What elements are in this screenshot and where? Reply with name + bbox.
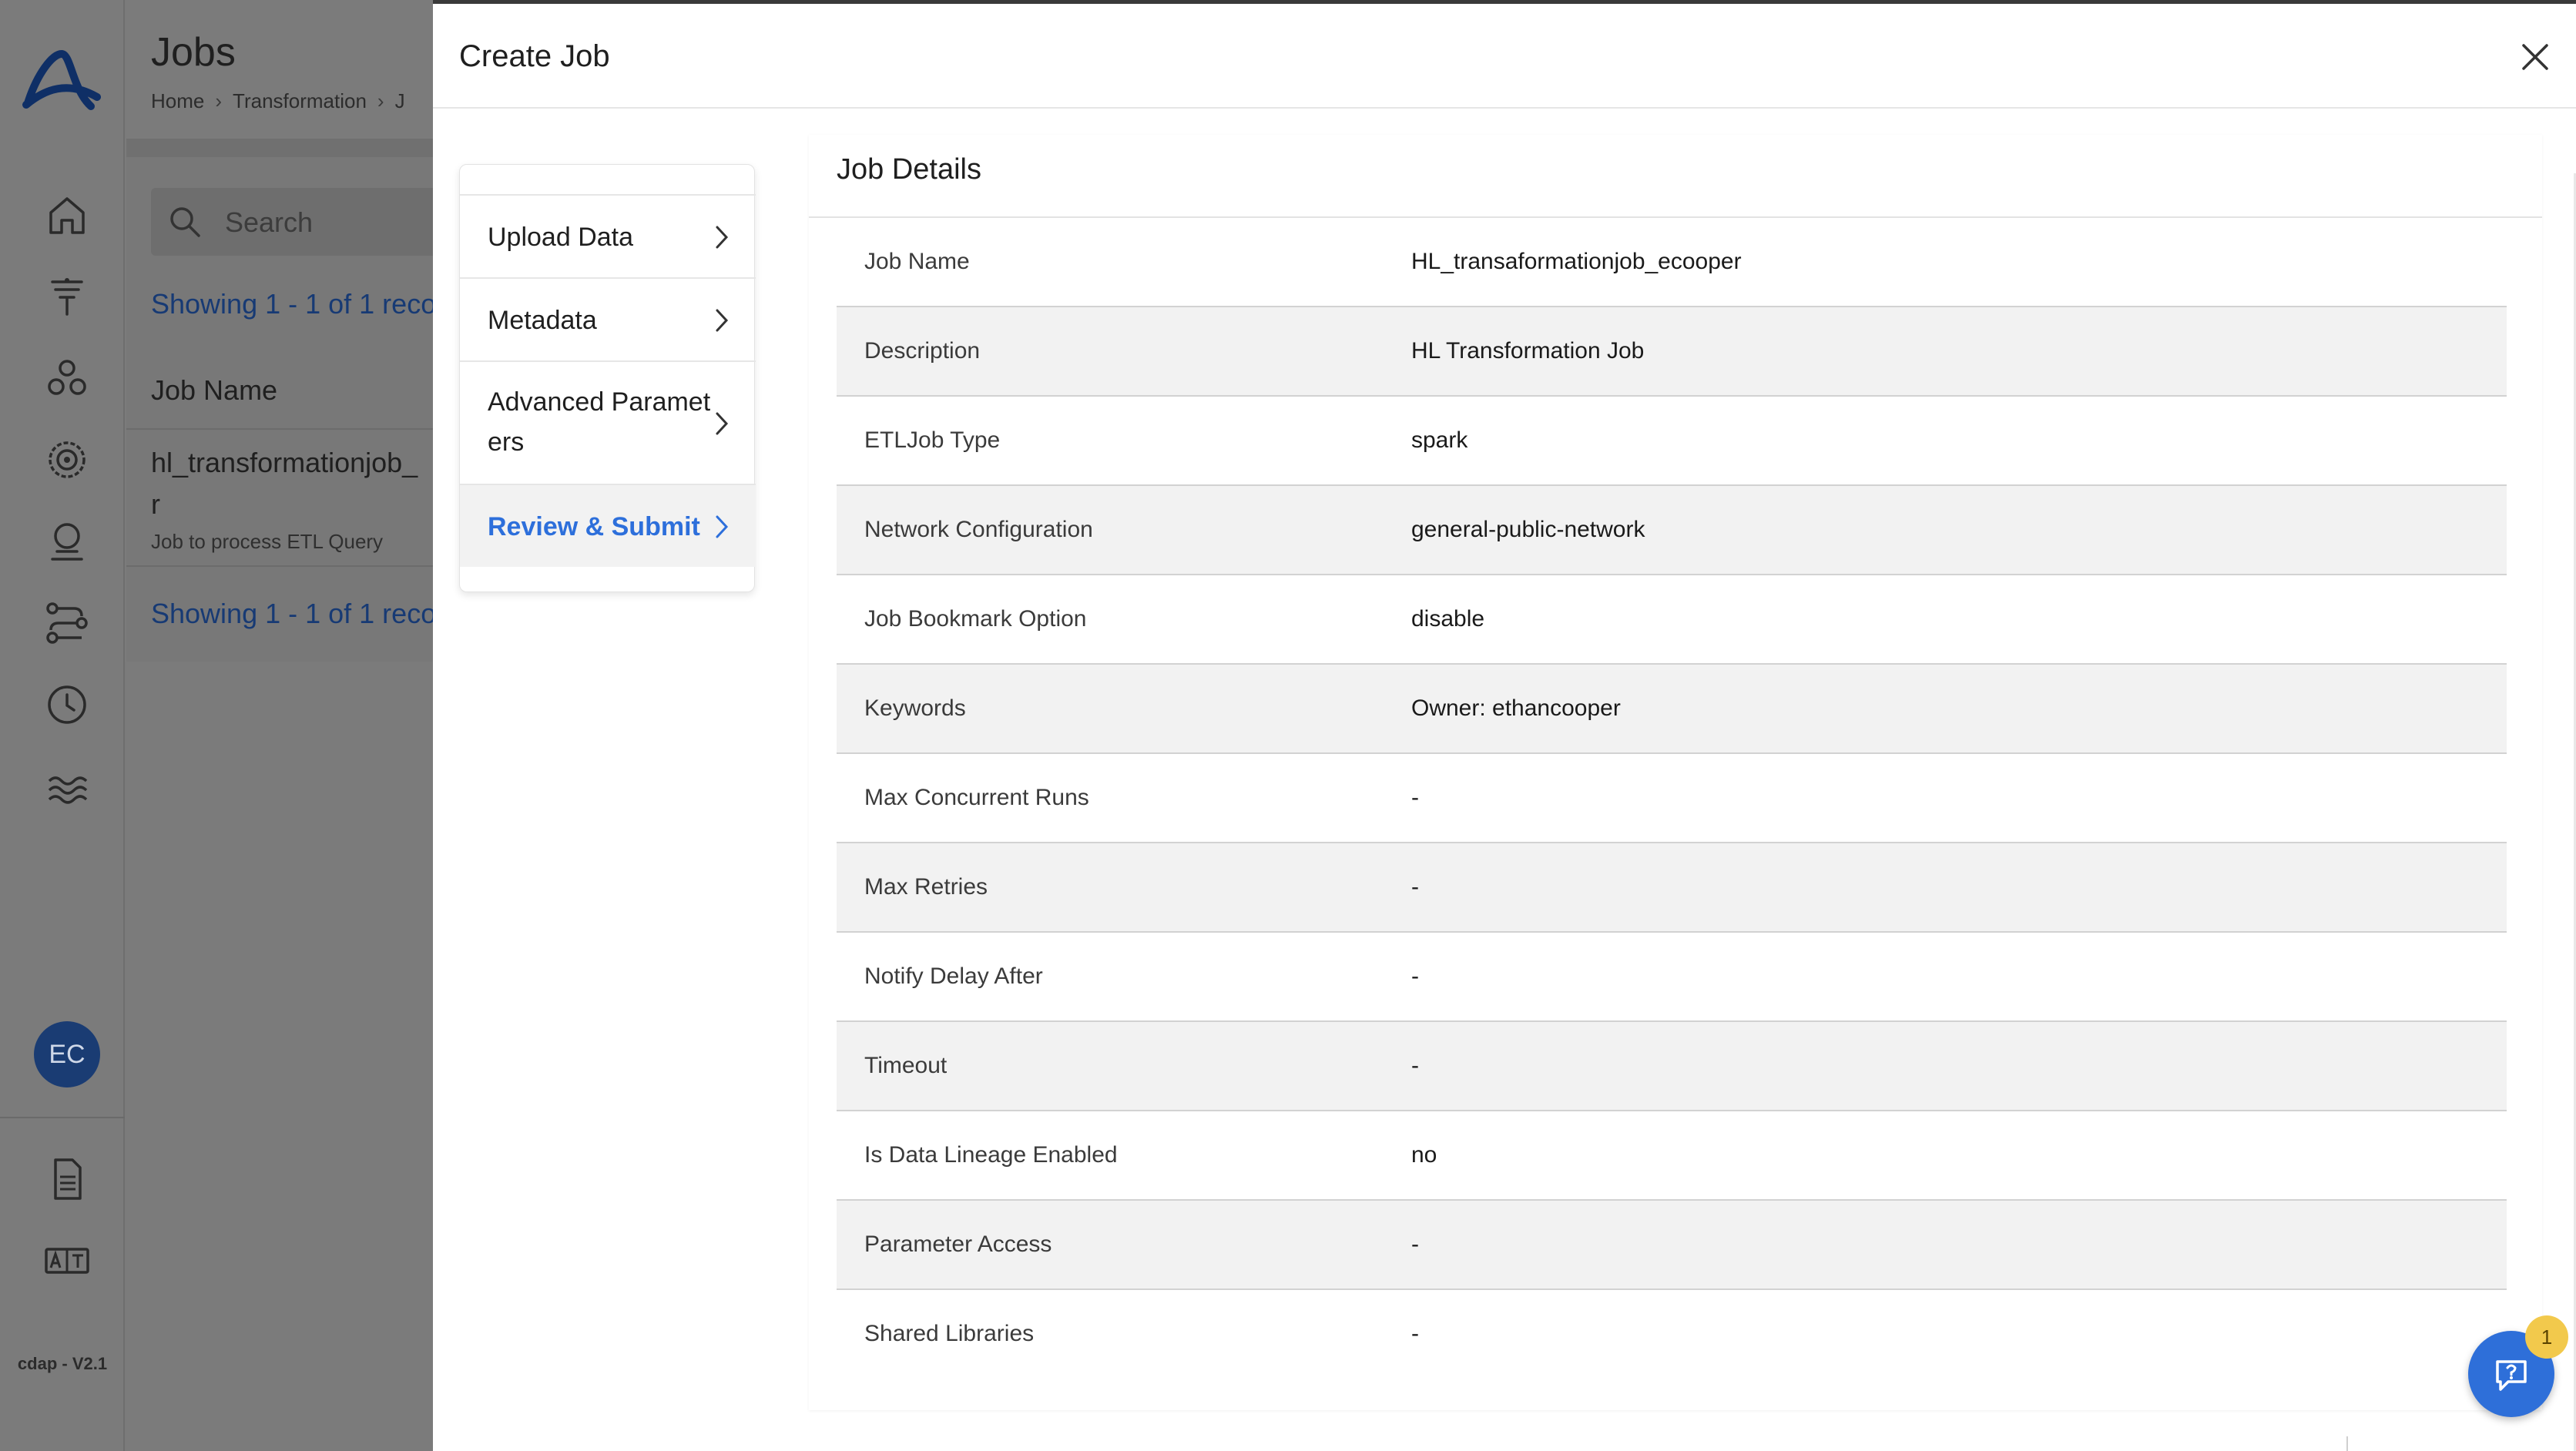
app-version: cdap - V2.1 [17, 1354, 108, 1373]
job-details-title: Job Details [837, 153, 981, 186]
detail-value: - [1411, 1232, 1419, 1257]
breadcrumb-separator-icon: › [215, 89, 223, 112]
detail-key: Timeout [864, 1053, 948, 1078]
table-row: Timeout - [837, 1022, 2507, 1111]
detail-value: disable [1411, 606, 1485, 632]
home-icon[interactable] [43, 191, 91, 239]
showing-count-top: Showing 1 - 1 of 1 recor [151, 288, 446, 320]
step-metadata[interactable]: Metadata [460, 277, 756, 360]
detail-key: Job Name [864, 249, 970, 274]
detail-value: - [1411, 1321, 1419, 1346]
showing-count-bottom: Showing 1 - 1 of 1 recor [151, 598, 446, 629]
table-row: Max Retries - [837, 843, 2507, 933]
scroll-indicator [2346, 1436, 2348, 1451]
close-icon[interactable] [2517, 39, 2553, 75]
nav-rail: EC cdap - V2.1 [0, 0, 125, 1451]
create-job-drawer: Create Job Upload Data Metadata Advanced… [433, 0, 2576, 1451]
pipeline-icon[interactable] [43, 599, 91, 647]
search-placeholder: Search [225, 206, 314, 238]
detail-value: - [1411, 963, 1419, 989]
notification-badge: 1 [2525, 1315, 2568, 1359]
detail-key: Max Concurrent Runs [864, 785, 1089, 810]
page-title: Jobs [151, 30, 236, 75]
detail-value: general-public-network [1411, 517, 1645, 542]
drawer-header: Create Job [433, 4, 2576, 109]
step-label: Metadata [488, 306, 597, 335]
table-row: Job Bookmark Option disable [837, 575, 2507, 665]
monitor-bulb-icon[interactable] [43, 518, 91, 565]
table-row: Is Data Lineage Enabled no [837, 1111, 2507, 1201]
detail-value: Owner: ethancooper [1411, 695, 1621, 721]
detail-key: ETLJob Type [864, 427, 1001, 453]
chevron-right-icon [716, 226, 729, 249]
page-band [126, 139, 434, 157]
data-lake-icon[interactable] [43, 762, 91, 810]
table-divider [126, 428, 434, 430]
user-avatar[interactable]: EC [34, 1021, 100, 1087]
detail-key: Description [864, 338, 981, 364]
table-row-job-name[interactable]: hl_transformationjob_ r [151, 442, 418, 525]
breadcrumb: Home › Transformation › J [151, 89, 405, 113]
detail-key: Keywords [864, 695, 966, 721]
table-row: Job Name HL_transaformationjob_ecooper [837, 218, 2507, 307]
chevron-right-icon [716, 515, 729, 538]
table-row: Keywords Owner: ethancooper [837, 665, 2507, 754]
settings-target-icon[interactable] [43, 436, 91, 484]
chevron-right-icon [716, 309, 729, 332]
breadcrumb-current: J [394, 89, 405, 112]
detail-value: - [1411, 785, 1419, 810]
table-divider [126, 565, 434, 567]
column-header-job-name[interactable]: Job Name [151, 374, 277, 407]
detail-key: Notify Delay After [864, 963, 1043, 989]
detail-key: Max Retries [864, 874, 988, 900]
table-row: Description HL Transformation Job [837, 307, 2507, 397]
rail-divider [0, 1117, 125, 1118]
data-products-icon[interactable] [43, 354, 91, 402]
detail-key: Network Configuration [864, 517, 1093, 542]
detail-value: - [1411, 1053, 1419, 1078]
step-advanced-parameters[interactable]: Advanced Paramet ers [460, 360, 756, 484]
table-row: Notify Delay After - [837, 933, 2507, 1022]
detail-value: - [1411, 874, 1419, 900]
detail-value: HL_transaformationjob_ecooper [1411, 249, 1742, 274]
detail-key: Job Bookmark Option [864, 606, 1087, 632]
breadcrumb-transformation[interactable]: Transformation [233, 89, 367, 112]
job-details-card: Job Details Job Name HL_transaformationjo… [809, 135, 2542, 1410]
table-row: Max Concurrent Runs - [837, 754, 2507, 843]
translate-icon[interactable] [43, 1237, 91, 1285]
jobs-page-background: Jobs Home › Transformation › J Search Showin… [126, 0, 445, 1451]
detail-key: Is Data Lineage Enabled [864, 1142, 1118, 1168]
table-row: Shared Libraries - [837, 1290, 2507, 1379]
table-row: ETLJob Type spark [837, 397, 2507, 486]
detail-key: Shared Libraries [864, 1321, 1035, 1346]
jobs-list-panel: Search Showing 1 - 1 of 1 recor Job Name… [126, 157, 445, 662]
step-label: Upload Data [488, 223, 634, 252]
job-details-table: Job Name HL_transaformationjob_ecooper Des… [837, 218, 2507, 1379]
chevron-right-icon [716, 412, 729, 435]
table-row-job-description: Job to process ETL Query [151, 530, 384, 553]
breadcrumb-separator-icon: › [377, 89, 384, 112]
detail-value: spark [1411, 427, 1468, 453]
drawer-title: Create Job [459, 39, 610, 73]
clock-icon[interactable] [43, 681, 91, 729]
app-logo-icon[interactable] [22, 43, 103, 117]
step-upload-data[interactable]: Upload Data [460, 194, 756, 277]
ingestion-funnel-icon[interactable] [43, 273, 91, 320]
table-row: Parameter Access - [837, 1201, 2507, 1290]
table-row: Network Configuration general-public-netw… [837, 486, 2507, 575]
detail-value: no [1411, 1142, 1437, 1168]
help-chat-icon [2496, 1360, 2527, 1391]
step-review-submit[interactable]: Review & Submit [460, 484, 756, 567]
detail-value: HL Transformation Job [1411, 338, 1645, 364]
step-label: Advanced Paramet ers [488, 387, 711, 457]
search-input[interactable]: Search [151, 188, 444, 256]
document-icon[interactable] [43, 1155, 91, 1203]
step-label: Review & Submit [488, 512, 700, 541]
detail-key: Parameter Access [864, 1232, 1052, 1257]
search-icon [170, 207, 200, 237]
breadcrumb-home[interactable]: Home [151, 89, 204, 112]
create-job-stepper: Upload Data Metadata Advanced Paramet ers… [459, 164, 756, 592]
